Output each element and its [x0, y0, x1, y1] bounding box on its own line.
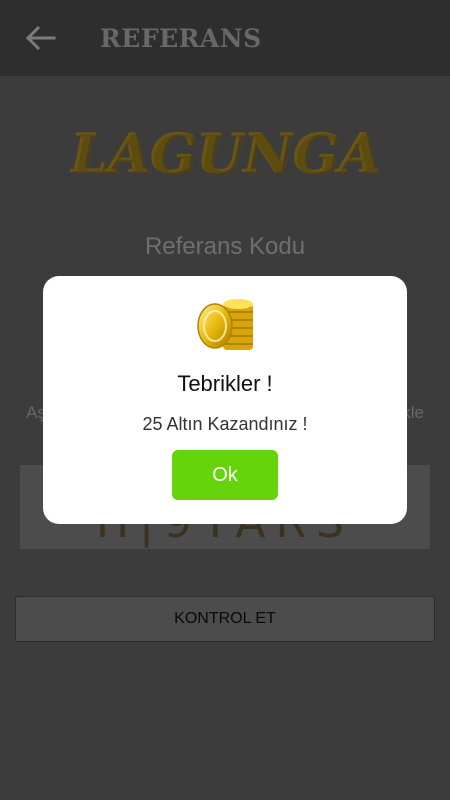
- gold-coins-icon: [197, 299, 253, 350]
- dialog-title: Tebrikler !: [177, 371, 273, 396]
- dialog-message: 25 Altın Kazandınız !: [142, 414, 308, 434]
- ok-button[interactable]: Ok: [172, 450, 278, 500]
- reward-dialog: Tebrikler ! 25 Altın Kazandınız ! Ok: [43, 276, 407, 524]
